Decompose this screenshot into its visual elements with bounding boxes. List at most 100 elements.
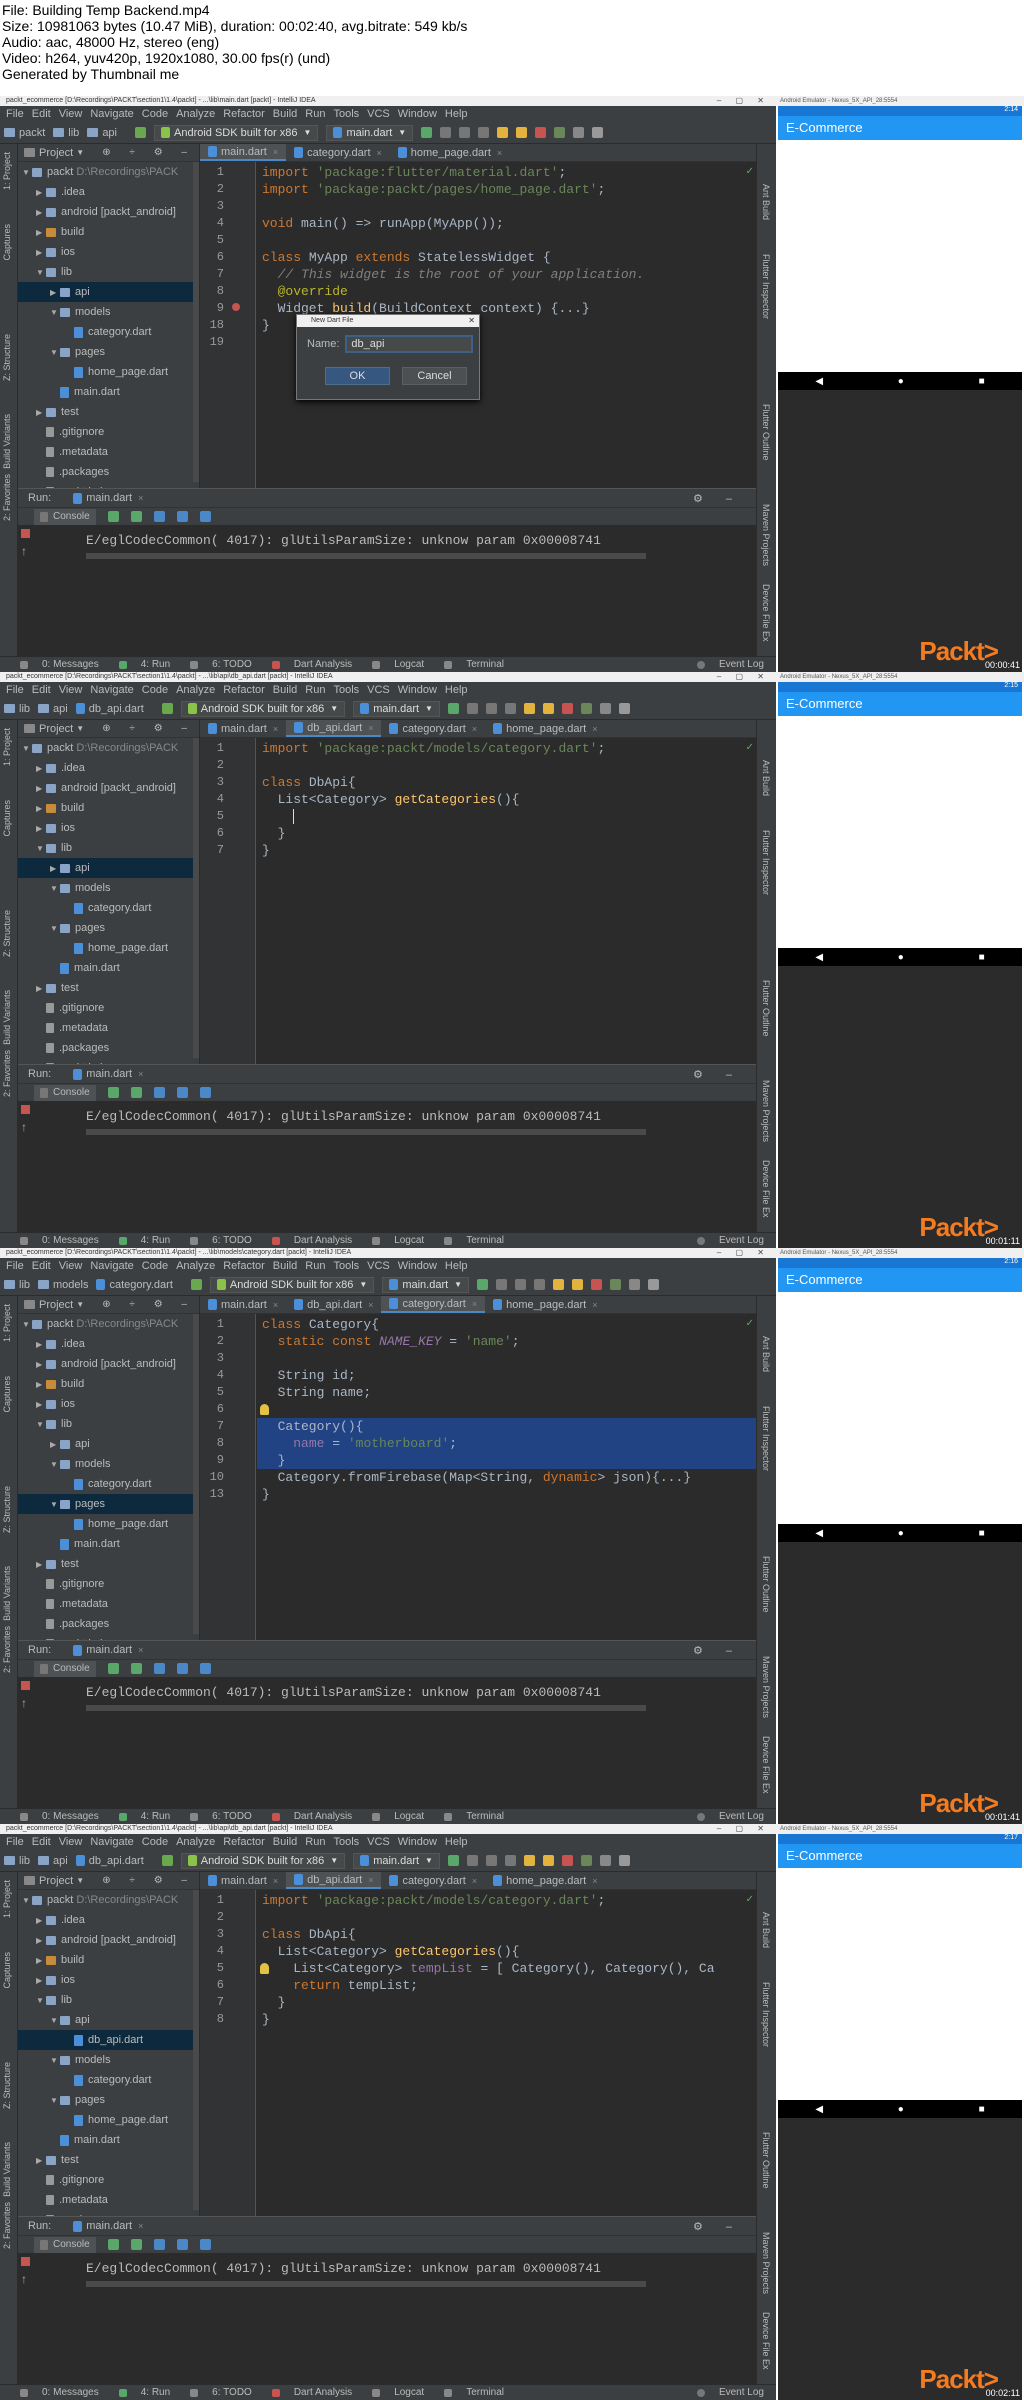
chevron-right-icon[interactable]: ▶: [36, 1916, 46, 1925]
status-bar-tab[interactable]: 4: Run: [109, 1811, 170, 1822]
tree-item[interactable]: ▶ build: [18, 798, 199, 818]
performance-icon[interactable]: [176, 2239, 188, 2250]
chevron-down-icon[interactable]: ▼: [36, 844, 46, 853]
tool-window-tab[interactable]: Device File Ex: [761, 2312, 771, 2370]
run-config-select[interactable]: main.dart ▼: [353, 700, 440, 717]
tool-window-tab[interactable]: Build Variants: [2, 414, 12, 469]
menu-item[interactable]: Tools: [329, 1260, 363, 1272]
code-area[interactable]: 1 import 'package:packt/models/category.d…: [200, 738, 756, 1064]
tree-item[interactable]: home_page.dart: [18, 2110, 199, 2130]
tree-item[interactable]: ▶ .idea: [18, 1910, 199, 1930]
tool-window-tab[interactable]: Flutter Outline: [761, 404, 771, 461]
chevron-right-icon[interactable]: ▶: [36, 1560, 46, 1569]
menu-item[interactable]: Window: [394, 1260, 441, 1272]
hammer-icon[interactable]: [135, 127, 146, 138]
tree-scrollbar[interactable]: [193, 162, 199, 482]
chevron-right-icon[interactable]: ▶: [36, 1956, 46, 1965]
console-hscrollbar[interactable]: [86, 553, 646, 559]
tool-window-tab[interactable]: Captures: [2, 1952, 12, 1989]
sdk-manager-icon[interactable]: [580, 1855, 592, 1866]
tree-item[interactable]: .packages: [18, 1614, 199, 1634]
chevron-down-icon[interactable]: ▼: [76, 1300, 84, 1309]
chevron-right-icon[interactable]: ▶: [36, 1360, 46, 1369]
inspect-icon[interactable]: [199, 1663, 211, 1674]
tool-window-tab[interactable]: 1: Project: [2, 1304, 12, 1342]
tree-item[interactable]: .packages: [18, 1038, 199, 1058]
sdk-manager-icon[interactable]: [554, 127, 566, 138]
tree-item[interactable]: category.dart: [18, 1474, 199, 1494]
tree-item[interactable]: category.dart: [18, 898, 199, 918]
tool-window-tab[interactable]: Ant Build: [761, 760, 771, 796]
inspect-icon[interactable]: [199, 1087, 211, 1098]
run-icon[interactable]: [421, 127, 433, 138]
tool-window-tab[interactable]: Build Variants: [2, 1566, 12, 1621]
menu-item[interactable]: Tools: [329, 684, 363, 696]
menu-item[interactable]: View: [55, 108, 87, 120]
menu-item[interactable]: View: [55, 1260, 87, 1272]
chevron-right-icon[interactable]: ▶: [36, 408, 46, 417]
event-log[interactable]: Event Log: [687, 1811, 764, 1822]
project-panel-actions[interactable]: ⊕ ÷ ⚙ –: [102, 1875, 199, 1886]
tree-item[interactable]: ▶ build: [18, 222, 199, 242]
menu-item[interactable]: File: [2, 108, 28, 120]
chevron-down-icon[interactable]: ▼: [76, 1876, 84, 1885]
breadcrumb-item[interactable]: lib: [4, 703, 30, 715]
breadcrumb-item[interactable]: api: [38, 1855, 68, 1867]
tool-window-tab[interactable]: Captures: [2, 224, 12, 261]
hot-reload-icon[interactable]: [523, 703, 535, 714]
home-icon[interactable]: ●: [898, 1528, 904, 1539]
tree-item[interactable]: ▶ android [packt_android]: [18, 202, 199, 222]
project-panel-title[interactable]: Project: [39, 147, 73, 159]
breadcrumb-item[interactable]: lib: [53, 127, 79, 139]
tree-item[interactable]: .metadata: [18, 442, 199, 462]
hammer-icon[interactable]: [161, 703, 173, 714]
tree-item[interactable]: .packages: [18, 462, 199, 482]
timer-icon[interactable]: [153, 511, 165, 522]
sdk-manager-icon[interactable]: [610, 1279, 622, 1290]
tree-item[interactable]: ▼ models: [18, 1454, 199, 1474]
tool-window-tab[interactable]: Flutter Inspector: [761, 254, 771, 319]
recents-icon[interactable]: ■: [979, 376, 985, 387]
code-area[interactable]: 1 import 'package:packt/models/category.d…: [200, 1890, 756, 2216]
tree-item[interactable]: .gitignore: [18, 422, 199, 442]
coverage-icon[interactable]: [534, 1279, 546, 1290]
chevron-down-icon[interactable]: ▼: [22, 1896, 32, 1905]
tree-item[interactable]: .gitignore: [18, 1574, 199, 1594]
status-bar-tab[interactable]: Logcat: [362, 1811, 424, 1822]
menu-item[interactable]: Navigate: [86, 1260, 137, 1272]
tree-scrollbar[interactable]: [193, 738, 199, 1058]
chevron-right-icon[interactable]: ▶: [36, 804, 46, 813]
tree-item[interactable]: ▼ lib: [18, 1414, 199, 1434]
editor-tab[interactable]: category.dart ×: [381, 720, 485, 737]
tool-window-tab[interactable]: Build Variants: [2, 990, 12, 1045]
status-bar-tab[interactable]: 0: Messages: [10, 659, 99, 670]
tool-window-tab[interactable]: 2: Favorites: [2, 474, 12, 521]
tool-window-tab[interactable]: Device File Ex: [761, 584, 771, 642]
device-select[interactable]: Android SDK built for x86 ▼: [154, 124, 319, 141]
menu-item[interactable]: VCS: [363, 108, 394, 120]
menu-item[interactable]: Run: [301, 1836, 329, 1848]
tree-item[interactable]: ▼ api: [18, 2010, 199, 2030]
stop-icon[interactable]: [535, 127, 547, 138]
flutter-restart-icon[interactable]: [516, 127, 528, 138]
chevron-down-icon[interactable]: ▼: [50, 1460, 60, 1469]
profile-icon[interactable]: [485, 1855, 497, 1866]
tree-item[interactable]: db_api.dart: [18, 2030, 199, 2050]
chevron-right-icon[interactable]: ▶: [50, 1440, 60, 1449]
home-icon[interactable]: ●: [898, 2104, 904, 2115]
event-log[interactable]: Event Log: [687, 1235, 764, 1246]
tool-window-tab[interactable]: 1: Project: [2, 1880, 12, 1918]
breadcrumb-item[interactable]: lib: [4, 1855, 30, 1867]
chevron-down-icon[interactable]: ▼: [36, 1996, 46, 2005]
chevron-down-icon[interactable]: ▼: [50, 2096, 60, 2105]
profile-icon[interactable]: [485, 703, 497, 714]
tool-window-tab[interactable]: 1: Project: [2, 728, 12, 766]
run-panel-actions[interactable]: ⚙ –: [693, 1644, 742, 1657]
breadcrumb-item[interactable]: db_api.dart: [75, 703, 144, 715]
tool-window-tab[interactable]: Z: Structure: [2, 1486, 12, 1533]
tree-item[interactable]: ▶ test: [18, 2150, 199, 2170]
tree-item[interactable]: ▶ .idea: [18, 182, 199, 202]
console-tab[interactable]: Console: [34, 1660, 96, 1677]
editor-tab[interactable]: category.dart ×: [381, 1296, 486, 1313]
status-bar-tab[interactable]: Logcat: [362, 2387, 424, 2398]
